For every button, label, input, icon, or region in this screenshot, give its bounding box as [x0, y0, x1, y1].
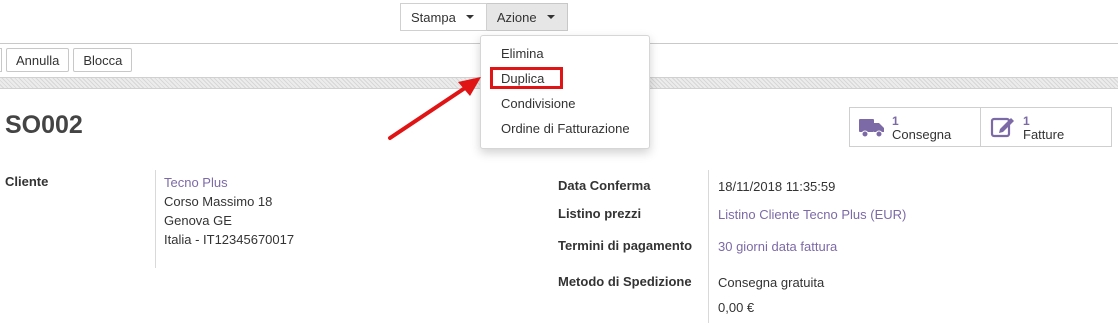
duplicate-highlight-box [490, 67, 563, 89]
caret-down-icon [465, 15, 474, 19]
annotation-arrow-icon [388, 77, 481, 140]
menu-item-share[interactable]: Condivisione [481, 94, 649, 119]
customer-country-vat: Italia - IT12345670017 [164, 232, 295, 247]
status-bar: Annulla Blocca [0, 48, 133, 72]
partial-button-edge[interactable] [0, 48, 2, 72]
customer-label: Cliente [5, 174, 49, 189]
toolbar-dropdowns: Stampa Azione [400, 3, 568, 31]
delivery-count: 1 [892, 114, 899, 128]
invoices-label: Fatture [1023, 127, 1065, 142]
customer-link[interactable]: Tecno Plus [164, 175, 228, 190]
shipping-method-value: Consegna gratuita [718, 275, 825, 290]
customer-street: Corso Massimo 18 [164, 194, 273, 209]
confirm-date-label: Data Conferma [558, 178, 651, 193]
payment-terms-label: Termini di pagamento [558, 238, 693, 253]
payment-terms-link[interactable]: 30 giorni data fattura [718, 239, 837, 254]
record-title: SO002 [5, 111, 83, 139]
confirm-date-value: 18/11/2018 11:35:59 [718, 179, 836, 194]
invoices-smart-button[interactable]: 1 Fatture [980, 107, 1112, 147]
cancel-button[interactable]: Annulla [6, 48, 70, 72]
invoices-count: 1 [1023, 114, 1030, 128]
delivery-label: Consegna [892, 127, 952, 142]
print-label: Stampa [411, 9, 456, 25]
edit-icon [989, 113, 1017, 141]
shipping-amount: 0,00 € [718, 300, 755, 315]
delivery-smart-button[interactable]: 1 Consegna [849, 107, 981, 147]
caret-down-icon [546, 15, 555, 19]
truck-icon [858, 113, 886, 141]
print-dropdown-button[interactable]: Stampa [400, 3, 487, 31]
action-label: Azione [496, 9, 537, 25]
action-dropdown-button[interactable]: Azione [486, 3, 568, 31]
menu-item-invoice-order[interactable]: Ordine di Fatturazione [481, 119, 649, 144]
field-divider [155, 170, 156, 268]
action-dropdown-menu: Elimina Duplica Condivisione Ordine di F… [480, 35, 650, 149]
lock-button[interactable]: Blocca [73, 48, 133, 72]
pricelist-link[interactable]: Listino Cliente Tecno Plus (EUR) [718, 207, 906, 222]
shipping-method-label: Metodo di Spedizione [558, 274, 692, 289]
menu-item-delete[interactable]: Elimina [481, 44, 649, 69]
field-divider [708, 170, 709, 323]
customer-city: Genova GE [164, 213, 232, 228]
pricelist-label: Listino prezzi [558, 206, 642, 221]
